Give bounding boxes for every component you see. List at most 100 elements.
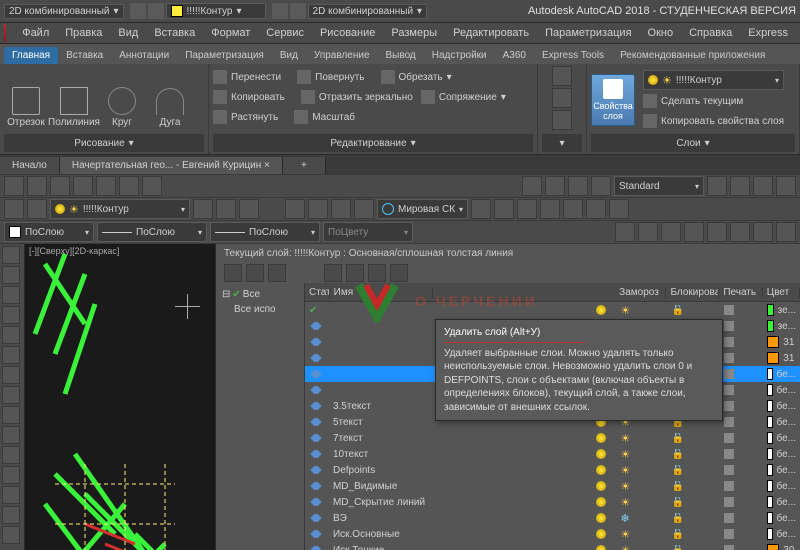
- printer-icon[interactable]: [724, 417, 734, 427]
- tab-parametric[interactable]: Параметризация: [177, 47, 272, 64]
- bulb-icon[interactable]: [596, 481, 606, 491]
- tool-icon[interactable]: [2, 426, 20, 444]
- color-swatch[interactable]: [767, 528, 772, 540]
- col-freeze[interactable]: Замороз: [615, 287, 666, 298]
- fillet-button[interactable]: Сопряжение: [439, 92, 497, 103]
- toolbar-icon[interactable]: [96, 176, 116, 196]
- toolbar-icon[interactable]: [753, 222, 773, 242]
- tab-home[interactable]: Главная: [4, 47, 58, 64]
- toolbar-icon[interactable]: [4, 199, 24, 219]
- menu-parametric[interactable]: Параметризация: [537, 25, 639, 41]
- sun-icon[interactable]: ☀: [620, 544, 630, 550]
- toolbar-icon[interactable]: [615, 222, 635, 242]
- toolbar-icon[interactable]: [730, 176, 750, 196]
- tab-a360[interactable]: A360: [495, 47, 534, 64]
- workspace-combo-2[interactable]: !!!!!Контур▾: [166, 3, 266, 19]
- lineweight-combo[interactable]: ПоСлою▾: [210, 222, 320, 242]
- menu-help[interactable]: Справка: [681, 25, 740, 41]
- scale-button[interactable]: Масштаб: [312, 112, 355, 123]
- lm-icon[interactable]: [268, 264, 286, 282]
- menu-view[interactable]: Вид: [110, 25, 146, 41]
- lm-icon[interactable]: [246, 264, 264, 282]
- tool-icon[interactable]: [2, 266, 20, 284]
- sun-icon[interactable]: ☀: [620, 304, 630, 317]
- tab-manage[interactable]: Управление: [306, 47, 378, 64]
- set-current-icon[interactable]: [390, 264, 408, 282]
- lock-icon[interactable]: 🔓: [671, 497, 683, 508]
- layer-row[interactable]: MD_Видимые☀🔓бе...: [305, 478, 800, 494]
- rotate-button[interactable]: Повернуть: [315, 72, 364, 83]
- lock-icon[interactable]: 🔓: [671, 481, 683, 492]
- tool-icon[interactable]: [2, 406, 20, 424]
- add-tab-button[interactable]: +: [283, 157, 326, 174]
- bulb-icon[interactable]: [596, 305, 606, 315]
- ribbon-icon[interactable]: [552, 110, 572, 130]
- toolbar-icon[interactable]: [540, 199, 560, 219]
- toolbar-icon[interactable]: [776, 176, 796, 196]
- new-layer-icon[interactable]: [324, 264, 342, 282]
- menu-edit[interactable]: Правка: [57, 25, 110, 41]
- printer-icon[interactable]: [724, 321, 734, 331]
- bulb-icon[interactable]: [596, 513, 606, 523]
- menu-window[interactable]: Окно: [640, 25, 682, 41]
- color-swatch[interactable]: [767, 400, 772, 412]
- color-swatch[interactable]: [767, 496, 772, 508]
- color-swatch[interactable]: [767, 336, 779, 348]
- ribbon-icon[interactable]: [552, 88, 572, 108]
- ucs-combo[interactable]: Мировая СК▾: [377, 199, 468, 219]
- line-button[interactable]: Отрезок: [4, 72, 48, 128]
- layer-row[interactable]: Defpoints☀🔓бе...: [305, 462, 800, 478]
- toolbar-icon[interactable]: [216, 199, 236, 219]
- toolbar-icon[interactable]: [494, 199, 514, 219]
- bulb-icon[interactable]: [596, 529, 606, 539]
- app-logo-icon[interactable]: [4, 24, 6, 42]
- tab-start[interactable]: Начало: [0, 157, 60, 174]
- move-button[interactable]: Перенести: [231, 72, 281, 83]
- layer-row[interactable]: 7текст☀🔓бе...: [305, 430, 800, 446]
- layer-row[interactable]: Иск.Тонкие☀🔓30: [305, 542, 800, 550]
- tool-icon[interactable]: [2, 326, 20, 344]
- workspace-combo-3[interactable]: 2D комбинированный▾: [308, 4, 428, 19]
- toolbar-icon[interactable]: [354, 199, 374, 219]
- toolbar-icon[interactable]: [753, 176, 773, 196]
- make-current-button[interactable]: Сделать текущим: [661, 96, 743, 107]
- layer-filter-tree[interactable]: ⊟ ✔ Все Все испо: [216, 283, 305, 550]
- printer-icon[interactable]: [724, 401, 734, 411]
- toolbar-icon[interactable]: [517, 199, 537, 219]
- lock-icon[interactable]: 🔓: [671, 513, 683, 524]
- titlebar-icon[interactable]: [130, 3, 146, 19]
- menu-file[interactable]: Файл: [14, 25, 57, 41]
- toolbar-icon[interactable]: [707, 176, 727, 196]
- toolbar-icon[interactable]: [50, 176, 70, 196]
- tab-featured[interactable]: Рекомендованные приложения: [612, 47, 773, 64]
- menu-express[interactable]: Express: [740, 25, 796, 41]
- tab-express[interactable]: Express Tools: [534, 47, 612, 64]
- toolbar-icon[interactable]: [285, 199, 305, 219]
- color-combo[interactable]: ПоСлою▾: [4, 222, 94, 242]
- printer-icon[interactable]: [724, 433, 734, 443]
- printer-icon[interactable]: [724, 385, 734, 395]
- printer-icon[interactable]: [724, 305, 734, 315]
- col-print[interactable]: Печать: [719, 287, 762, 298]
- tool-icon[interactable]: [2, 386, 20, 404]
- layer-toolbar-combo[interactable]: ☀!!!!!Контур▾: [50, 199, 190, 219]
- lock-icon[interactable]: 🔓: [671, 529, 683, 540]
- copy-button[interactable]: Копировать: [231, 92, 285, 103]
- printer-icon[interactable]: [724, 497, 734, 507]
- layer-properties-button[interactable]: Свойства слоя: [591, 74, 635, 126]
- printer-icon[interactable]: [724, 513, 734, 523]
- printer-icon[interactable]: [724, 465, 734, 475]
- tab-insert[interactable]: Вставка: [58, 47, 111, 64]
- bulb-icon[interactable]: [596, 449, 606, 459]
- lm-icon[interactable]: [224, 264, 242, 282]
- menu-tools[interactable]: Сервис: [258, 25, 312, 41]
- tool-icon[interactable]: [2, 506, 20, 524]
- color-swatch[interactable]: [767, 320, 773, 332]
- toolbar-icon[interactable]: [545, 176, 565, 196]
- toolbar-icon[interactable]: [308, 199, 328, 219]
- titlebar-icon[interactable]: [290, 3, 306, 19]
- color-swatch[interactable]: [767, 448, 772, 460]
- stretch-button[interactable]: Растянуть: [231, 112, 278, 123]
- toolbar-icon[interactable]: [193, 199, 213, 219]
- tab-drawing[interactable]: Начертательная гео... - Евгений Курицин …: [60, 157, 283, 174]
